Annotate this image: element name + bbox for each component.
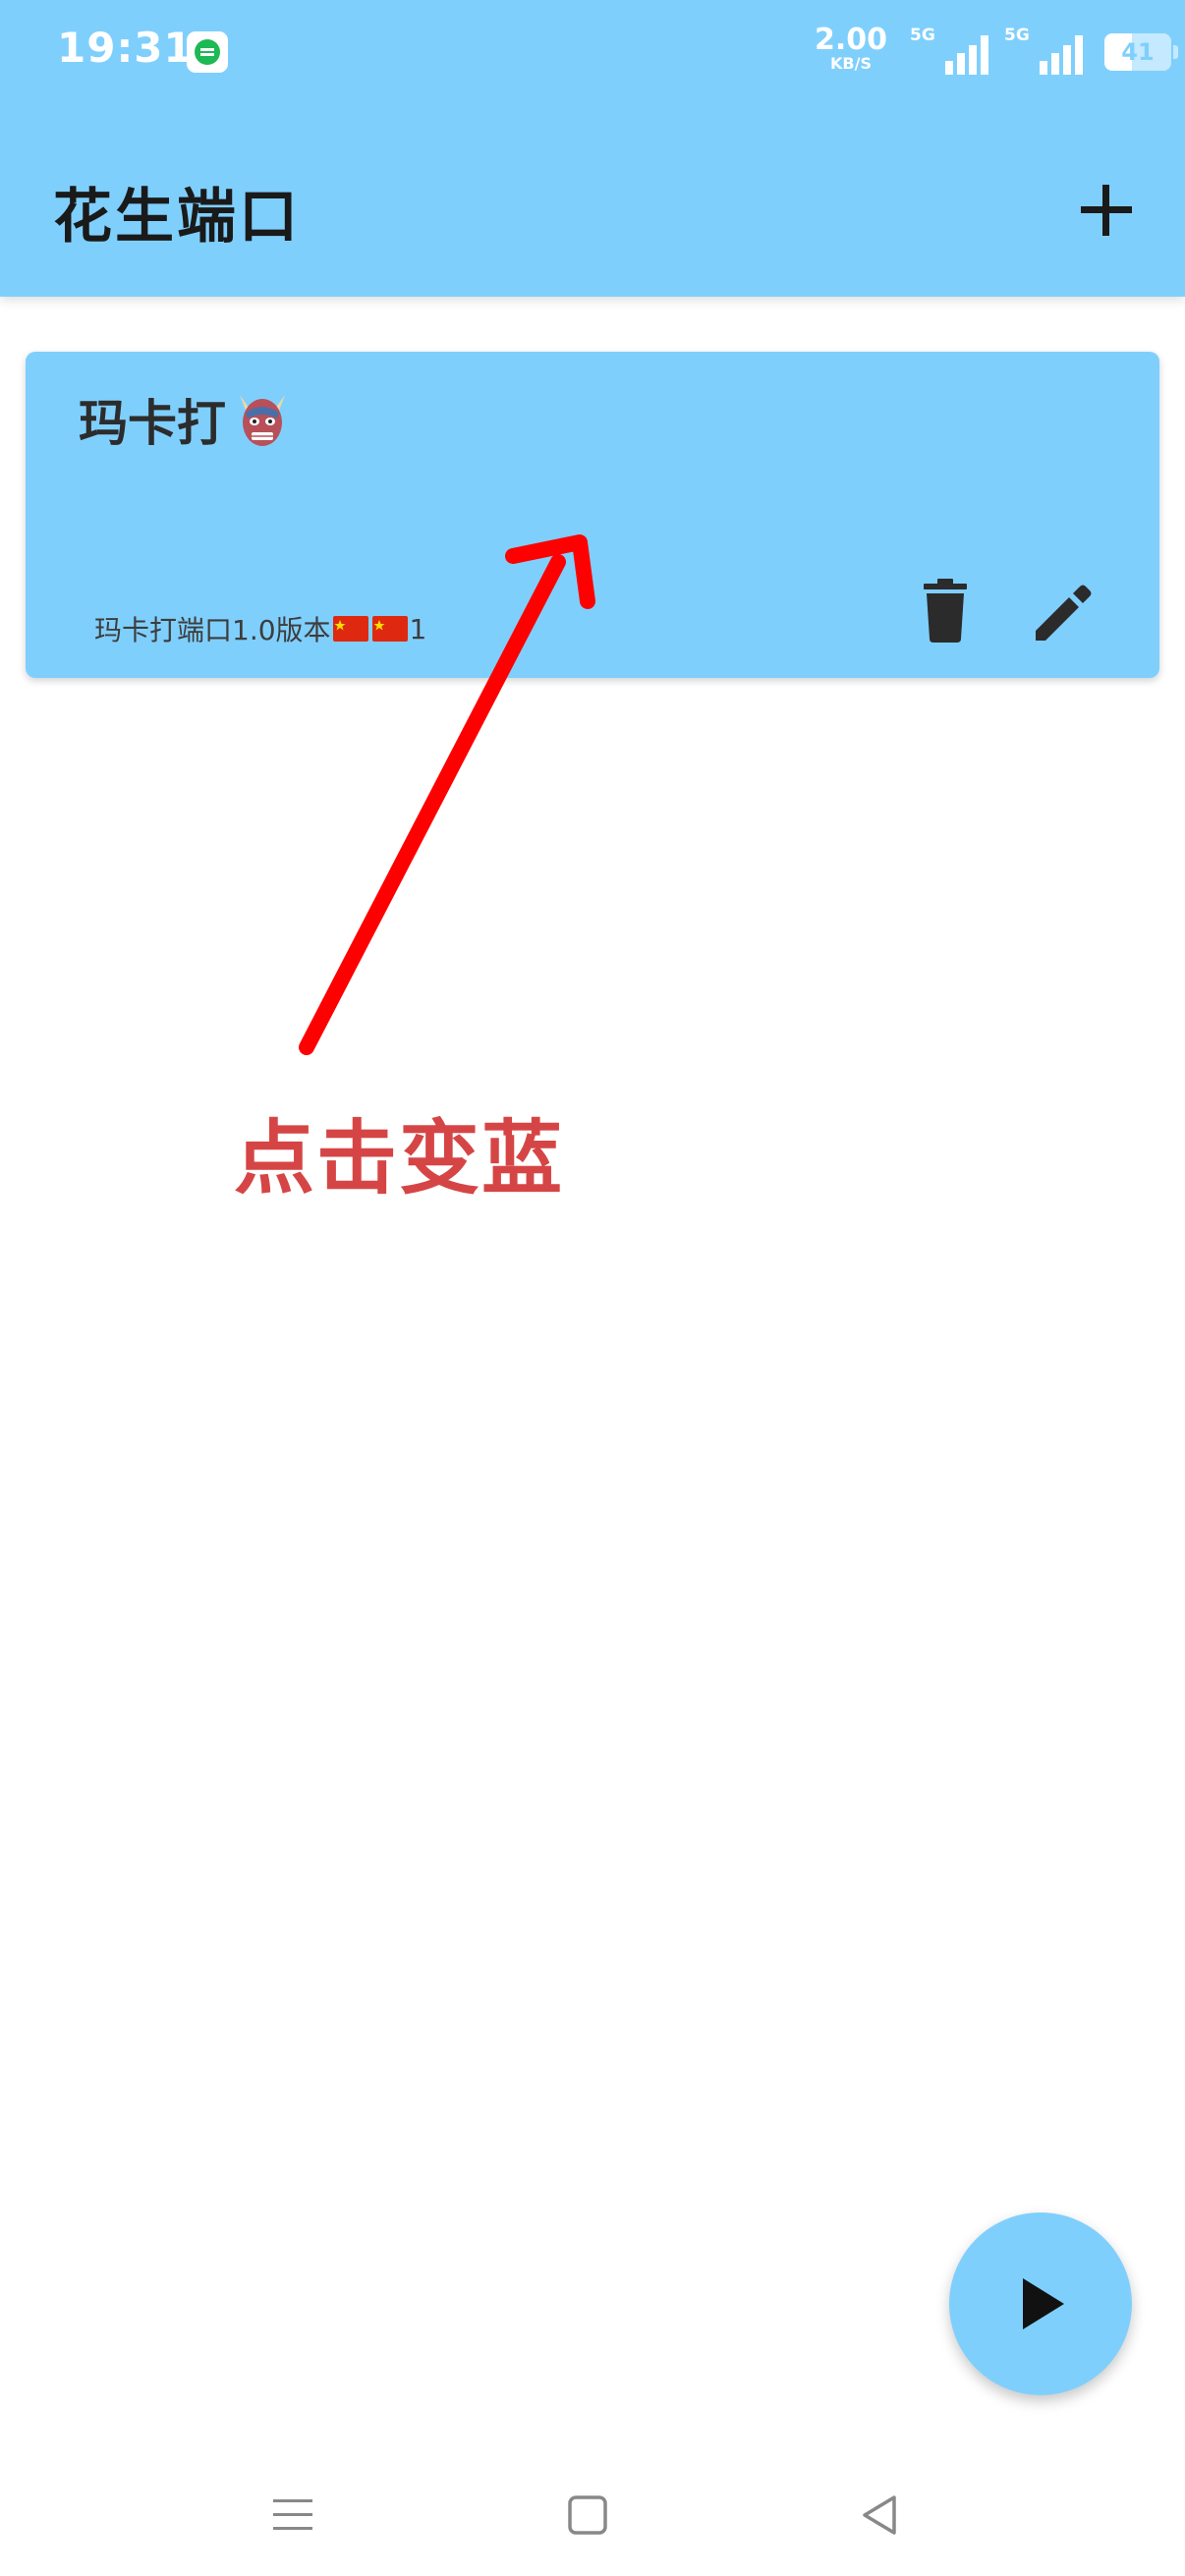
card-title-text: 玛卡打 — [79, 395, 226, 452]
card-title: 玛卡打 — [79, 385, 293, 454]
sim1-label: 5G — [910, 26, 935, 45]
signal-sim2-icon: 5G — [1004, 26, 1083, 75]
play-button[interactable] — [949, 2212, 1132, 2395]
card-description-suffix: 1 — [409, 612, 427, 645]
status-indicators: 2.00 KB/S 5G 5G 41 — [772, 0, 1185, 108]
china-flag-icon — [332, 616, 368, 642]
page-title: 花生端口 — [53, 183, 301, 252]
delete-button[interactable] — [910, 576, 981, 646]
play-icon — [1023, 2278, 1064, 2329]
network-speed-value: 2.00 — [814, 23, 888, 57]
card-description: 玛卡打端口1.0版本 1 — [94, 611, 427, 647]
back-button[interactable] — [851, 2486, 910, 2545]
pencil-icon — [1036, 585, 1092, 641]
demon-mask-icon — [240, 395, 285, 446]
signal-sim1-icon: 5G — [910, 26, 988, 75]
port-card[interactable]: 玛卡打 玛卡打端口1.0版本 1 — [26, 352, 1159, 678]
sim2-label: 5G — [1004, 26, 1030, 45]
status-bar: 19:31 2.00 KB/S 5G 5G 41 — [0, 0, 1185, 108]
triangle-back-icon — [863, 2495, 896, 2535]
china-flag-icon — [371, 616, 408, 642]
add-button[interactable] — [1077, 181, 1136, 240]
edit-button[interactable] — [1028, 576, 1099, 646]
status-time: 19:31 — [57, 24, 194, 72]
card-description-text: 玛卡打端口1.0版本 — [94, 614, 331, 646]
home-button[interactable] — [558, 2486, 617, 2545]
top-header: 19:31 2.00 KB/S 5G 5G 41 花生端口 — [0, 0, 1185, 297]
chat-bubble-icon — [187, 31, 228, 73]
battery-icon: 41 — [1104, 33, 1178, 71]
menu-button[interactable] — [263, 2486, 322, 2545]
menu-icon — [273, 2499, 312, 2530]
network-speed-unit: KB/S — [830, 54, 872, 73]
navigation-bar — [0, 2456, 1185, 2576]
network-speed: 2.00 KB/S — [802, 26, 900, 73]
trash-icon — [924, 579, 967, 643]
annotation-text: 点击变蓝 — [234, 1112, 565, 1205]
battery-level: 41 — [1121, 38, 1155, 66]
plus-icon — [1081, 185, 1132, 236]
square-home-icon — [568, 2495, 607, 2535]
